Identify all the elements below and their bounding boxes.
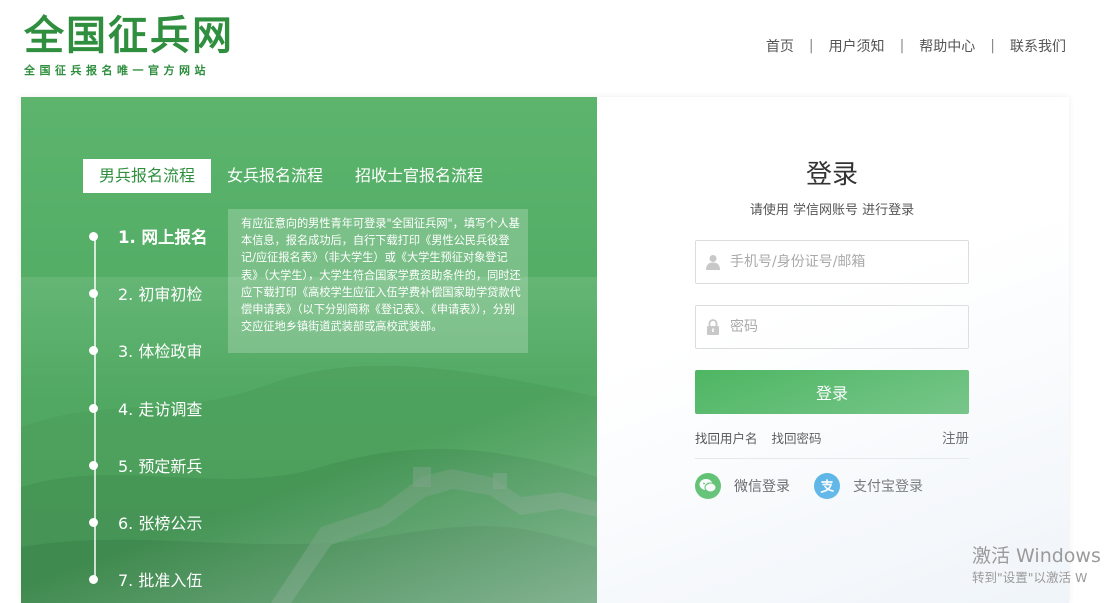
step-dot xyxy=(89,517,98,527)
login-subtitle: 请使用 学信网账号 进行登录 xyxy=(749,203,915,218)
recovery-links: 找回用户名 找回密码 xyxy=(695,428,822,447)
step-description: 有应征意向的男性青年可登录"全国征兵网"，填写个人基本信息，报名成功后，自行下载… xyxy=(228,209,528,353)
wechat-login[interactable]: 微信登录 xyxy=(695,473,790,499)
account-links: 找回用户名 找回密码 注册 xyxy=(695,427,969,459)
user-icon xyxy=(706,255,720,270)
tab-nco-process[interactable]: 招收士官报名流程 xyxy=(339,159,499,193)
process-panel: 男兵报名流程 女兵报名流程 招收士官报名流程 1. 网上报名 2. 初审初检 3… xyxy=(21,97,597,603)
step-reserve-recruits[interactable]: 5. 预定新兵 xyxy=(89,453,202,477)
process-tabs: 男兵报名流程 女兵报名流程 招收士官报名流程 xyxy=(83,159,499,193)
step-label: 6. 张榜公示 xyxy=(118,514,203,533)
step-physical-political-exam[interactable]: 3. 体检政审 xyxy=(89,338,202,362)
step-public-notice[interactable]: 6. 张榜公示 xyxy=(89,510,202,534)
nav-separator: | xyxy=(808,38,814,54)
lock-icon xyxy=(707,319,719,335)
tab-male-process[interactable]: 男兵报名流程 xyxy=(83,159,212,193)
find-password-link[interactable]: 找回密码 xyxy=(772,431,822,446)
username-field[interactable] xyxy=(695,240,969,284)
nav-separator: | xyxy=(990,38,995,54)
register-link[interactable]: 注册 xyxy=(942,427,969,447)
step-label: 4. 走访调查 xyxy=(118,400,203,419)
alipay-login[interactable]: 支付宝登录 xyxy=(814,473,923,499)
step-dot xyxy=(89,345,98,355)
login-form: 登录 请使用 学信网账号 进行登录 登录 找回用户名 找回密码 注册 xyxy=(695,157,969,499)
step-online-registration[interactable]: 1. 网上报名 xyxy=(89,224,208,248)
nav-user-notice[interactable]: 用户须知 xyxy=(827,36,887,56)
nav-help-center[interactable]: 帮助中心 xyxy=(917,36,977,56)
find-username-link[interactable]: 找回用户名 xyxy=(695,431,758,446)
step-dot xyxy=(89,403,98,413)
logo-subtitle: 全国征兵报名唯一官方网站 xyxy=(24,64,210,77)
password-field[interactable] xyxy=(695,305,969,349)
nav-contact-us[interactable]: 联系我们 xyxy=(1008,36,1068,56)
step-label: 5. 预定新兵 xyxy=(118,457,203,476)
wechat-login-label: 微信登录 xyxy=(734,479,790,495)
tab-female-process[interactable]: 女兵报名流程 xyxy=(211,159,339,193)
login-title: 登录 xyxy=(805,160,858,190)
step-visit-investigation[interactable]: 4. 走访调查 xyxy=(89,396,202,420)
alipay-login-label: 支付宝登录 xyxy=(853,479,923,495)
step-label: 3. 体检政审 xyxy=(118,342,203,361)
top-nav: 首页 | 用户须知 | 帮助中心 | 联系我们 xyxy=(764,36,1068,56)
step-label: 2. 初审初检 xyxy=(118,285,203,304)
step-dot xyxy=(89,231,98,241)
step-dot xyxy=(89,574,98,584)
nav-home[interactable]: 首页 xyxy=(764,36,796,56)
wechat-icon xyxy=(695,473,721,499)
step-preliminary-check[interactable]: 2. 初审初检 xyxy=(89,281,202,305)
step-dot xyxy=(89,460,98,470)
third-party-login: 微信登录 支付宝登录 xyxy=(695,473,969,499)
login-button[interactable]: 登录 xyxy=(695,370,969,414)
username-input[interactable] xyxy=(728,253,962,271)
password-input[interactable] xyxy=(728,318,962,336)
step-approve-enlistment[interactable]: 7. 批准入伍 xyxy=(89,567,202,591)
site-logo[interactable]: 全国征兵网 全国征兵报名唯一官方网站 xyxy=(24,14,234,78)
alipay-icon xyxy=(814,473,840,499)
step-dot xyxy=(89,288,98,298)
nav-separator: | xyxy=(899,38,905,54)
logo-title: 全国征兵网 xyxy=(24,13,234,59)
step-label: 1. 网上报名 xyxy=(118,228,208,247)
step-label: 7. 批准入伍 xyxy=(118,571,203,590)
main-card: 男兵报名流程 女兵报名流程 招收士官报名流程 1. 网上报名 2. 初审初检 3… xyxy=(21,97,1069,603)
